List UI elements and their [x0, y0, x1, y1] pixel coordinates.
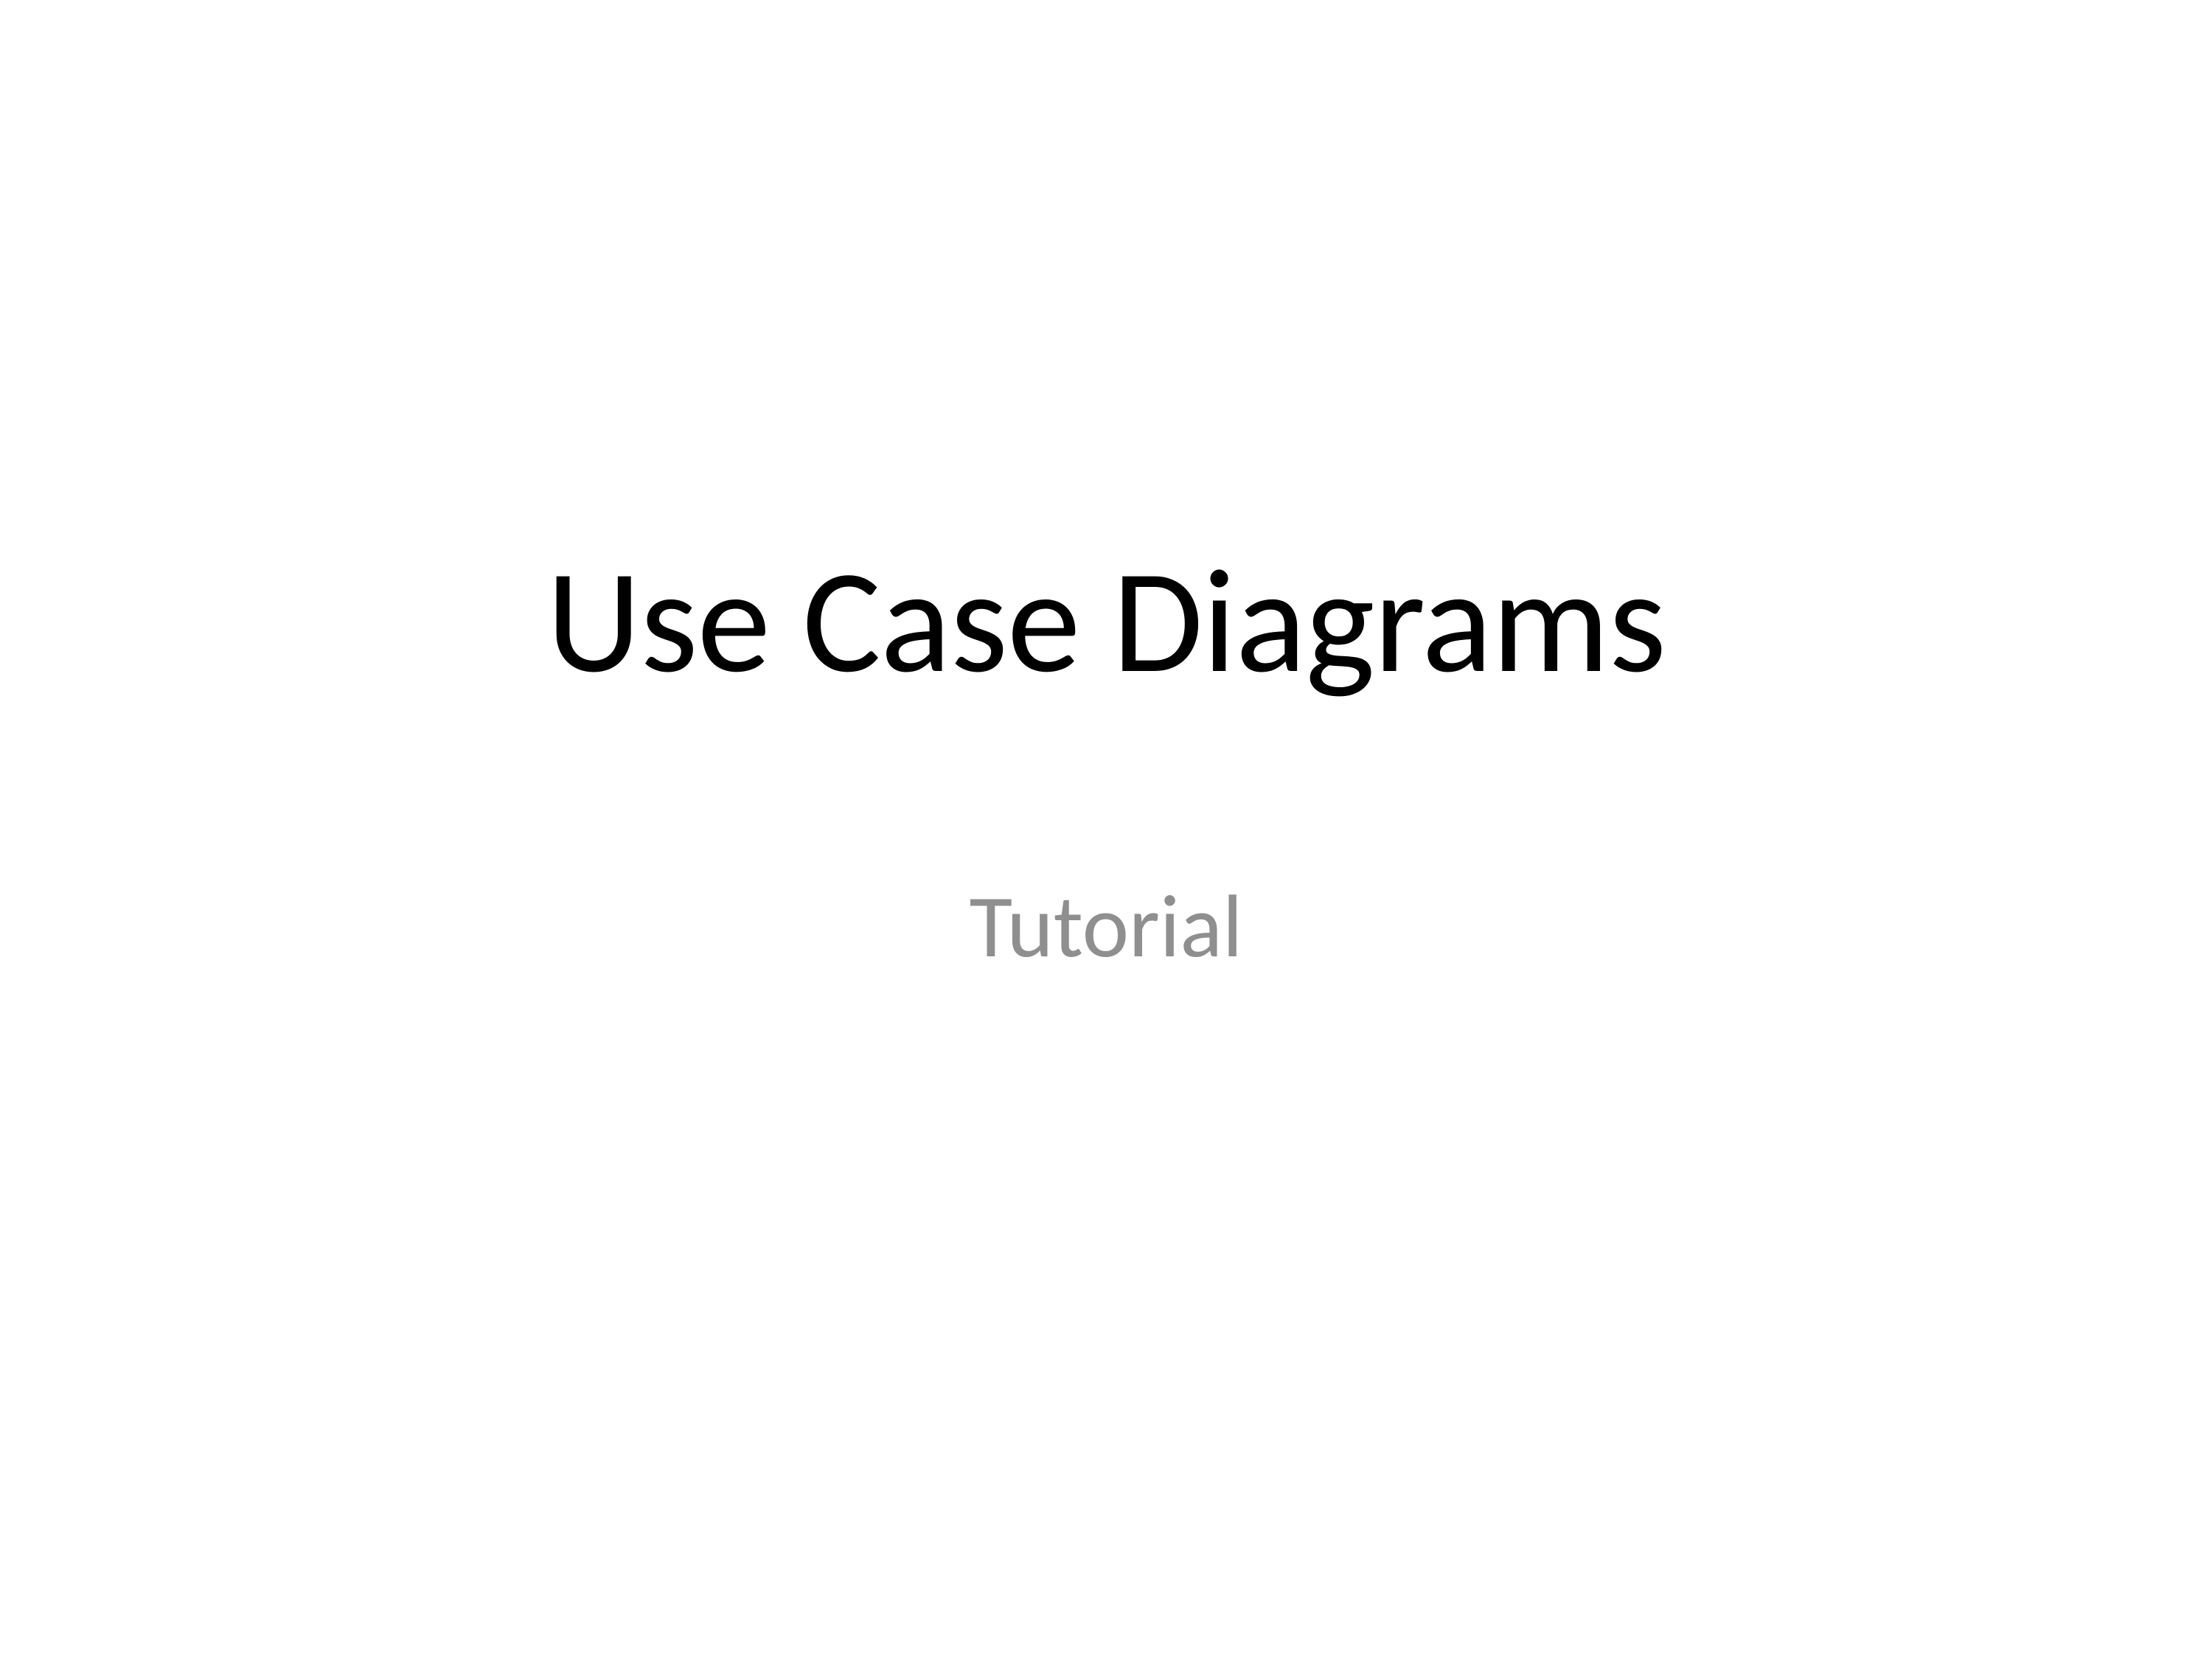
slide-title: Use Case Diagrams: [546, 531, 1666, 711]
slide-subtitle: Tutorial: [970, 873, 1243, 981]
slide: Use Case Diagrams Tutorial: [0, 0, 2212, 1659]
